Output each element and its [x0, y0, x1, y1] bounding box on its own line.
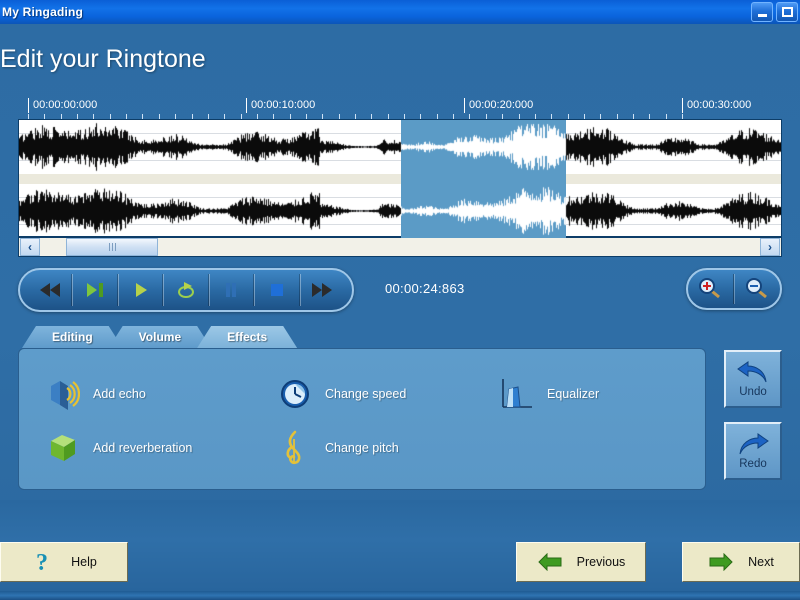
treble-clef-icon: [277, 430, 313, 466]
waveform-canvas-left: [19, 120, 781, 174]
application-window: My Ringading Edit your Ringtone 00:00:00…: [0, 0, 800, 600]
tab-bar: Editing Volume Effects: [22, 326, 283, 348]
effect-change-pitch[interactable]: Change pitch: [277, 421, 477, 475]
tab-editing[interactable]: Editing: [22, 326, 123, 348]
effect-add-echo-label: Add echo: [93, 387, 146, 401]
undo-arrow-icon: [737, 360, 767, 382]
forward-to-end-button[interactable]: [299, 274, 344, 306]
waveform-display[interactable]: [18, 119, 782, 238]
previous-label: Previous: [576, 555, 626, 569]
loop-icon: [177, 282, 194, 298]
arrow-right-icon: [708, 549, 734, 575]
loop-button[interactable]: [163, 274, 209, 306]
undo-button[interactable]: Undo: [724, 350, 782, 408]
waveform-channel-left: [19, 120, 781, 174]
help-label: Help: [71, 555, 97, 569]
zoom-out-button[interactable]: [734, 274, 780, 304]
transport-controls: [18, 268, 354, 312]
echo-icon: [45, 376, 81, 412]
arrow-left-icon: [537, 549, 563, 575]
channel-separator: [19, 174, 781, 184]
maximize-icon: [782, 7, 793, 17]
effects-column-3: Equalizer: [499, 367, 679, 421]
stop-button[interactable]: [254, 274, 300, 306]
fast-forward-icon: [312, 283, 333, 297]
svg-text:?: ?: [36, 550, 48, 575]
page-title: Edit your Ringtone: [0, 45, 206, 73]
play-icon: [135, 283, 147, 297]
question-mark-icon: ?: [31, 549, 57, 575]
rewind-icon: [39, 283, 60, 297]
effect-change-pitch-label: Change pitch: [325, 441, 399, 455]
scroll-left-icon[interactable]: ‹: [20, 238, 40, 256]
tab-volume[interactable]: Volume: [109, 326, 211, 348]
help-button[interactable]: ? Help: [0, 542, 128, 582]
waveform-channel-right: [19, 184, 781, 238]
effect-equalizer-label: Equalizer: [547, 387, 600, 401]
next-button[interactable]: Next: [682, 542, 800, 582]
effects-column-1: Add echo Add reverberation: [45, 367, 255, 475]
tab-volume-label: Volume: [138, 330, 182, 344]
ruler-label: 00:00:30:000: [682, 98, 751, 113]
waveform-canvas-right: [19, 184, 781, 238]
scroll-right-icon[interactable]: ›: [760, 238, 780, 256]
pause-button[interactable]: [208, 274, 255, 306]
play-button[interactable]: [117, 274, 164, 306]
play-selection-icon: [87, 283, 104, 297]
tab-editing-label: Editing: [52, 330, 93, 344]
effect-add-echo[interactable]: Add echo: [45, 367, 255, 421]
maximize-button[interactable]: [776, 2, 798, 22]
effect-add-reverberation[interactable]: Add reverberation: [45, 421, 255, 475]
minimize-icon: [758, 14, 767, 17]
play-selection-button[interactable]: [72, 274, 118, 306]
equalizer-curve-icon: [499, 376, 535, 412]
scrollbar-track[interactable]: [41, 238, 759, 256]
redo-button[interactable]: Redo: [724, 422, 782, 480]
effect-add-reverberation-label: Add reverberation: [93, 441, 193, 455]
timeline-ruler[interactable]: 00:00:00:000 00:00:10:000 00:00:20:000 00:0…: [18, 98, 782, 119]
previous-button[interactable]: Previous: [516, 542, 646, 582]
undo-label: Undo: [739, 385, 767, 398]
cube-icon: [45, 430, 81, 466]
title-bar: My Ringading: [0, 0, 800, 24]
clock-icon: [277, 376, 313, 412]
effects-panel: Add echo Add reverberation Change speed …: [18, 348, 706, 490]
effects-column-2: Change speed Change pitch: [277, 367, 477, 475]
effect-equalizer[interactable]: Equalizer: [499, 367, 679, 421]
pause-icon: [226, 283, 237, 297]
minimize-button[interactable]: [751, 2, 773, 22]
magnifier-minus-icon: [745, 278, 767, 299]
magnifier-plus-icon: [698, 278, 720, 299]
effect-change-speed[interactable]: Change speed: [277, 367, 477, 421]
next-label: Next: [748, 555, 774, 569]
bottom-edge-strip: [0, 591, 800, 600]
window-controls: [751, 2, 798, 22]
scrollbar-thumb[interactable]: [66, 238, 158, 256]
ruler-label: 00:00:20:000: [464, 98, 533, 113]
window-title: My Ringading: [2, 5, 84, 19]
current-time-display: 00:00:24:863: [385, 281, 465, 296]
waveform-scrollbar[interactable]: ‹ ›: [18, 237, 782, 257]
ruler-label: 00:00:00:000: [28, 98, 97, 113]
tab-effects[interactable]: Effects: [197, 326, 297, 348]
redo-arrow-icon: [739, 432, 769, 454]
stop-icon: [270, 284, 283, 296]
effect-change-speed-label: Change speed: [325, 387, 407, 401]
redo-label: Redo: [739, 457, 767, 470]
ruler-label: 00:00:10:000: [246, 98, 315, 113]
rewind-to-start-button[interactable]: [28, 274, 73, 306]
zoom-in-button[interactable]: [688, 274, 734, 304]
zoom-controls: [686, 268, 782, 310]
tab-effects-label: Effects: [227, 330, 268, 344]
